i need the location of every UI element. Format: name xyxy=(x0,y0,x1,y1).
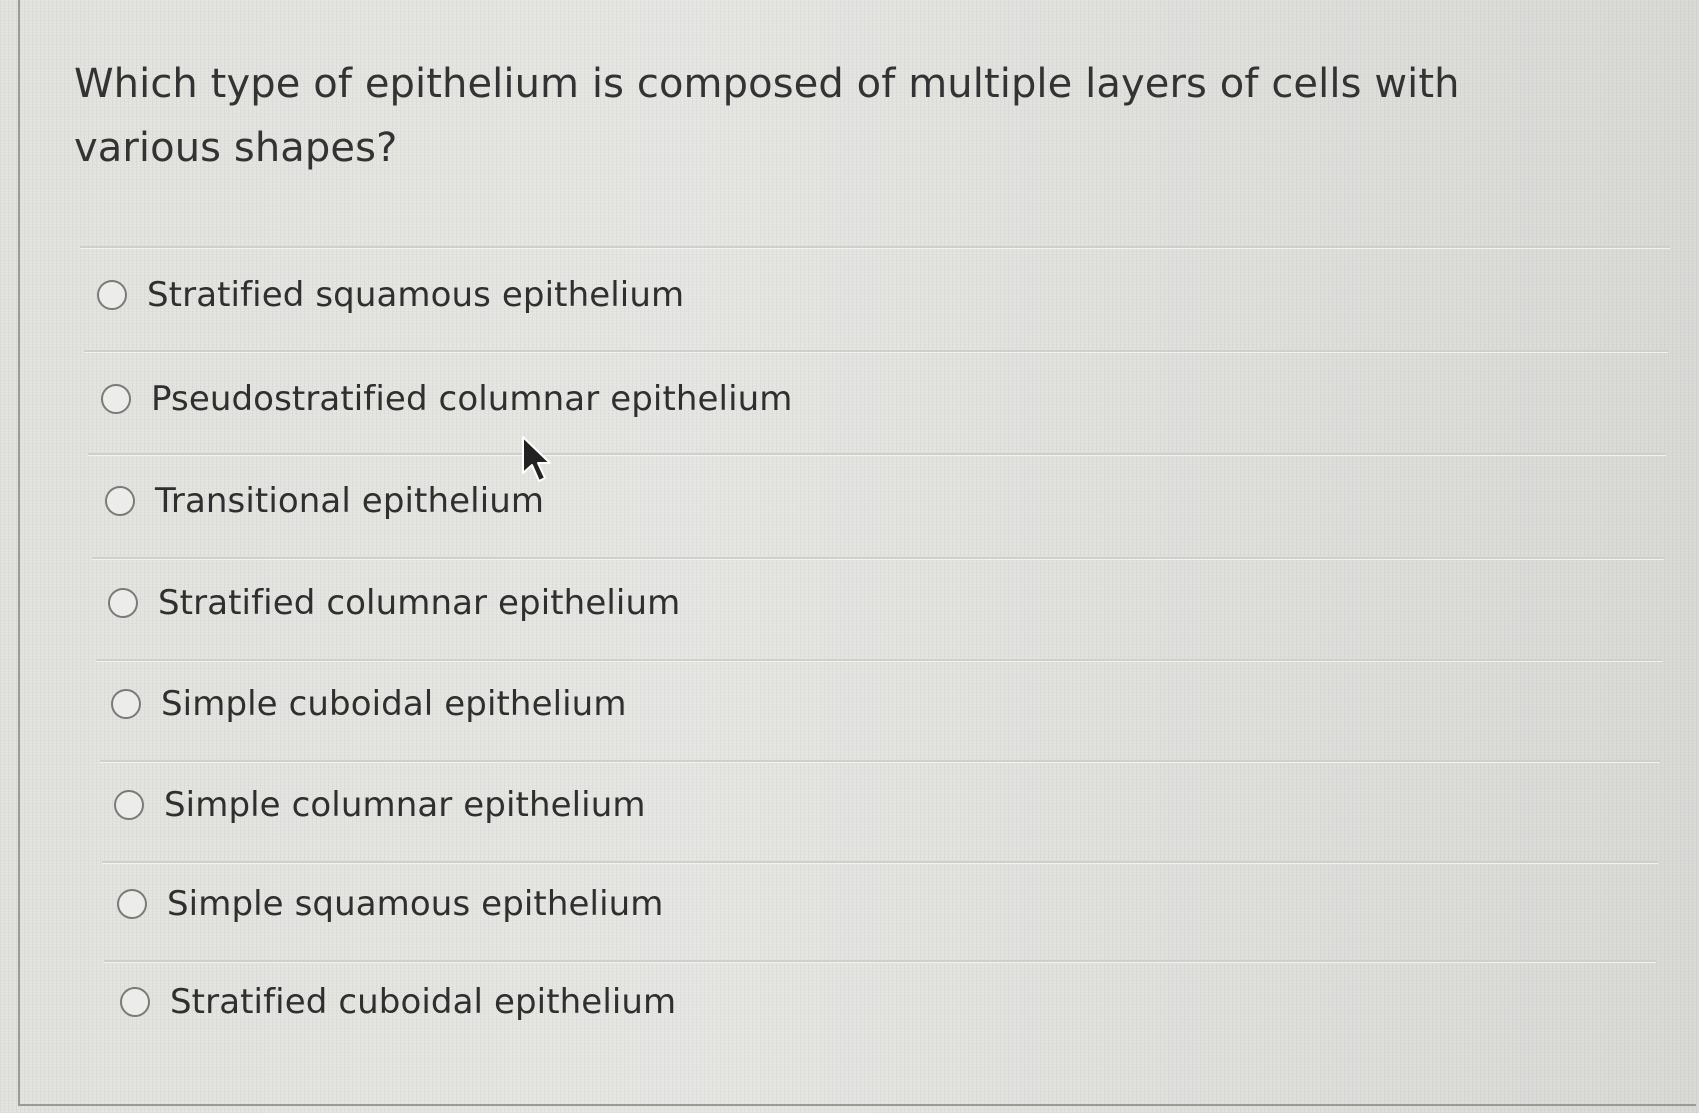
answer-divider xyxy=(92,557,1664,560)
answer-divider xyxy=(104,960,1656,963)
radio-button-icon[interactable] xyxy=(105,486,135,516)
answer-label: Stratified cuboidal epithelium xyxy=(170,982,677,1022)
answer-label: Pseudostratified columnar epithelium xyxy=(151,379,793,419)
answer-label: Simple columnar epithelium xyxy=(164,785,646,825)
answer-option[interactable]: Simple columnar epithelium xyxy=(114,775,646,835)
answer-divider xyxy=(102,861,1658,864)
answer-label: Simple squamous epithelium xyxy=(167,884,664,924)
answer-label: Transitional epithelium xyxy=(155,481,545,521)
screen: Which type of epithelium is composed of … xyxy=(0,0,1699,1113)
radio-button-icon[interactable] xyxy=(101,384,131,414)
answer-label: Stratified columnar epithelium xyxy=(158,583,681,623)
answer-list: Stratified squamous epithelium Pseudostr… xyxy=(0,0,1699,1113)
answer-divider xyxy=(88,453,1666,456)
answer-divider xyxy=(80,246,1670,249)
mouse-pointer-icon xyxy=(522,436,551,482)
answer-option[interactable]: Stratified cuboidal epithelium xyxy=(120,972,676,1032)
radio-button-icon[interactable] xyxy=(97,280,127,310)
radio-button-icon[interactable] xyxy=(120,987,150,1017)
answer-option[interactable]: Transitional epithelium xyxy=(105,471,544,531)
radio-button-icon[interactable] xyxy=(111,689,141,719)
answer-label: Simple cuboidal epithelium xyxy=(161,684,627,724)
answer-option[interactable]: Simple cuboidal epithelium xyxy=(111,674,627,734)
radio-button-icon[interactable] xyxy=(108,588,138,618)
answer-option[interactable]: Pseudostratified columnar epithelium xyxy=(101,369,793,429)
answer-option[interactable]: Stratified squamous epithelium xyxy=(97,265,684,325)
answer-divider xyxy=(84,350,1668,353)
answer-divider xyxy=(100,760,1660,763)
answer-divider xyxy=(96,659,1662,662)
answer-label: Stratified squamous epithelium xyxy=(147,275,685,315)
radio-button-icon[interactable] xyxy=(114,790,144,820)
radio-button-icon[interactable] xyxy=(117,889,147,919)
answer-option[interactable]: Simple squamous epithelium xyxy=(117,874,663,934)
answer-option[interactable]: Stratified columnar epithelium xyxy=(108,573,680,633)
